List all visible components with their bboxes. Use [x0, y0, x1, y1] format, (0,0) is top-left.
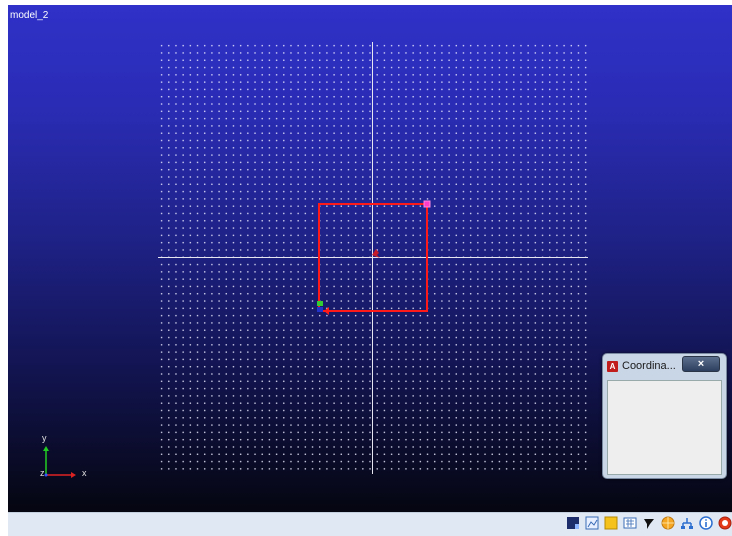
coordinates-dialog[interactable]: A Coordina... ×: [602, 353, 727, 479]
triad-z-label: z: [40, 468, 45, 478]
stop-icon[interactable]: [718, 516, 732, 530]
status-toolbar: [566, 516, 732, 530]
info-icon[interactable]: [699, 516, 713, 530]
coordinates-title: Coordina...: [622, 360, 676, 372]
status-bar: [8, 512, 732, 536]
tack-icon[interactable]: [642, 516, 656, 530]
vertex-top-right[interactable]: [423, 200, 431, 208]
chart-icon[interactable]: [585, 516, 599, 530]
vertex-bottom-left[interactable]: [317, 301, 329, 315]
network-icon[interactable]: [680, 516, 694, 530]
left-border: [0, 0, 8, 535]
close-button[interactable]: ×: [682, 356, 720, 372]
sketch-rectangle[interactable]: [318, 203, 428, 312]
coordinates-content: [607, 380, 722, 475]
window-icon[interactable]: [566, 516, 580, 530]
globe-icon[interactable]: [661, 516, 675, 530]
app-icon: A: [607, 360, 618, 372]
graphics-viewport[interactable]: model_2 y z x A Coordina... ×: [8, 5, 732, 512]
triad-y-label: y: [42, 433, 47, 443]
triad-x-label: x: [82, 468, 87, 478]
calculator-icon[interactable]: [623, 516, 637, 530]
origin-marker-icon: [372, 249, 380, 258]
axis-triad: y z x: [36, 430, 106, 485]
sticky-note-icon[interactable]: [604, 516, 618, 530]
